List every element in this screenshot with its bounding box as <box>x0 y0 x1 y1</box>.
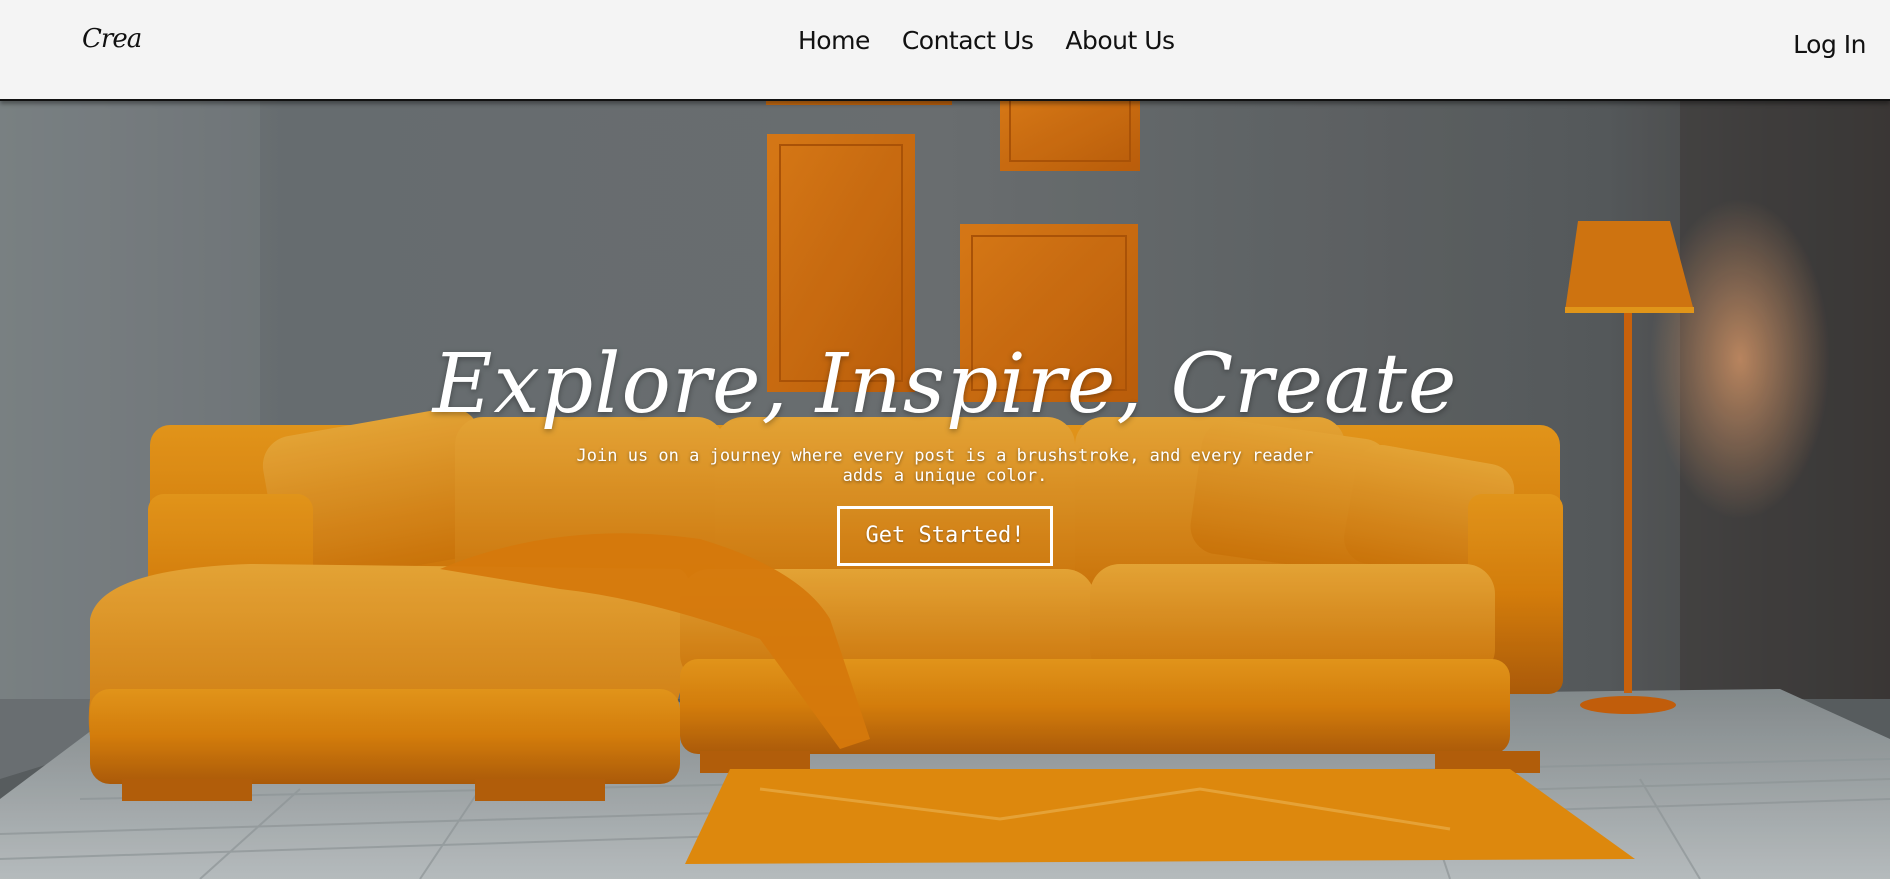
nav-contact-link[interactable]: Contact Us <box>902 26 1034 55</box>
login-link[interactable]: Log In <box>1793 30 1866 59</box>
top-navbar: Crea Home Contact Us About Us Log In <box>0 0 1890 101</box>
hero-title: Explore, Inspire, Create <box>432 337 1458 432</box>
hero-content: Explore, Inspire, Create Join us on a jo… <box>0 344 1890 566</box>
main-nav: Home Contact Us About Us <box>798 26 1175 55</box>
site-logo[interactable]: Crea <box>82 24 142 54</box>
hero-section: Explore, Inspire, Create Join us on a jo… <box>0 99 1890 879</box>
nav-home-link[interactable]: Home <box>798 26 870 55</box>
nav-about-link[interactable]: About Us <box>1065 26 1175 55</box>
get-started-button[interactable]: Get Started! <box>837 506 1053 566</box>
hero-subtitle: Join us on a journey where every post is… <box>576 446 1314 486</box>
